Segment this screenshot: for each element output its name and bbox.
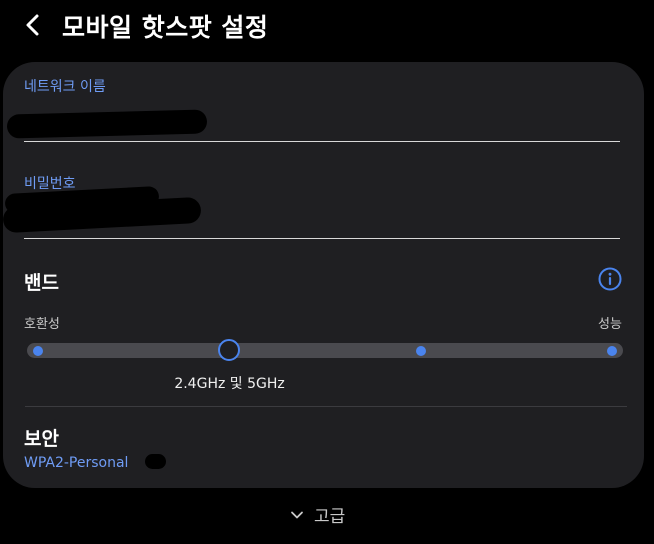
advanced-label: 고급 [314,507,346,527]
slider-stop[interactable] [607,346,617,356]
network-name-underline [24,141,620,142]
chevron-left-icon [26,14,39,36]
band-left-label: 호환성 [24,317,60,332]
security-value[interactable]: WPA2-Personal [24,455,128,471]
header: 모바일 핫스팟 설정 [0,0,654,56]
band-slider[interactable] [27,339,623,361]
redacted-mark [145,454,166,469]
password-field[interactable] [2,182,623,238]
info-icon [598,267,622,291]
chevron-down-icon [291,511,303,518]
slider-stop[interactable] [33,346,43,356]
divider [25,406,627,407]
redacted-network-name [6,109,208,139]
network-name-label: 네트워크 이름 [24,79,106,95]
band-right-label: 성능 [598,317,622,332]
password-underline [24,238,620,239]
band-title: 밴드 [24,272,59,294]
security-title: 보안 [24,428,59,450]
hotspot-settings-screen: 모바일 핫스팟 설정 네트워크 이름 비밀번호 밴드 호환성 성능 2.4GHz… [0,0,654,544]
back-button[interactable] [18,10,48,40]
slider-thumb[interactable] [217,339,240,361]
band-selected-value: 2.4GHz 및 5GHz [174,376,285,392]
slider-stop[interactable] [415,346,426,356]
page-title: 모바일 핫스팟 설정 [62,13,269,42]
band-info-button[interactable] [598,267,622,291]
network-name-field[interactable] [3,102,623,142]
settings-card: 네트워크 이름 비밀번호 밴드 호환성 성능 2.4GHz 및 5GHz 보안 … [2,62,644,488]
slider-track [27,343,623,358]
advanced-toggle[interactable]: 고급 [290,502,345,527]
